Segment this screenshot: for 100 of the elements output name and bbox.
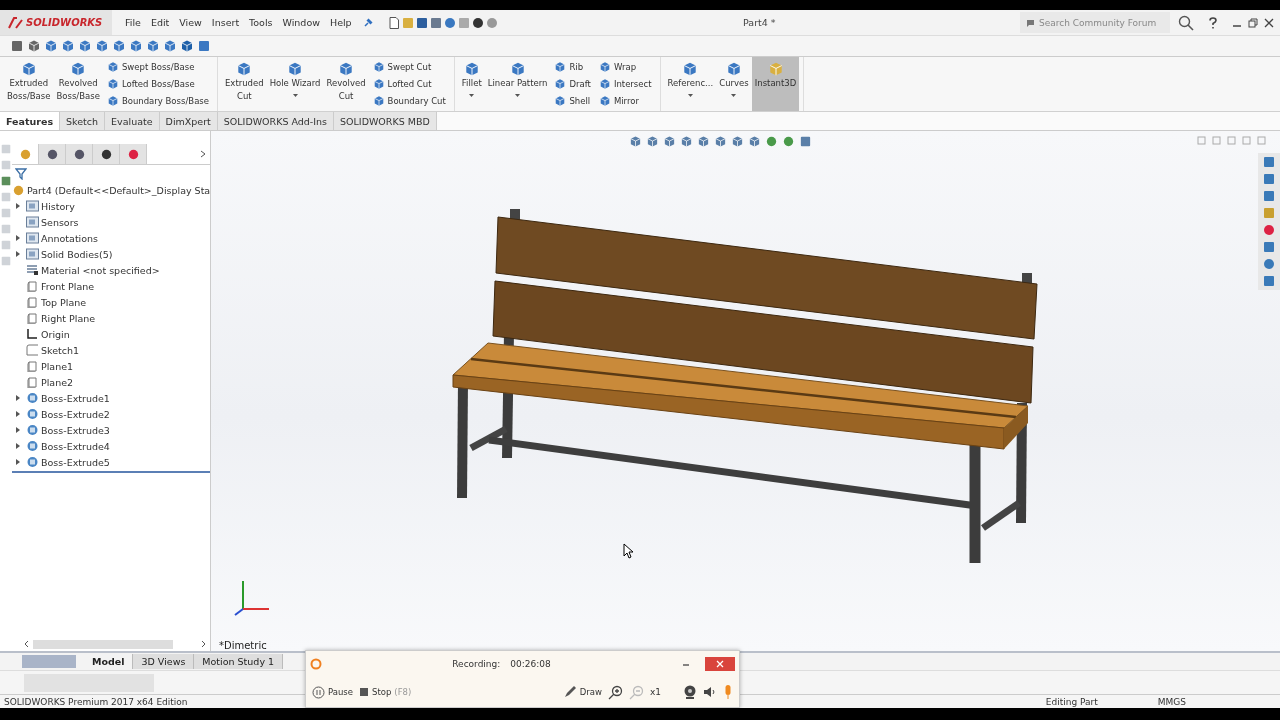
command-button[interactable]: Boundary Boss/Base	[104, 95, 211, 108]
filter-icon[interactable]	[15, 167, 27, 180]
pin-icon[interactable]	[362, 17, 373, 28]
side-tool-icon[interactable]	[0, 175, 12, 187]
command-button[interactable]: Boundary Cut	[370, 95, 448, 108]
draw-button[interactable]: Draw	[562, 685, 602, 699]
command-button[interactable]: Revolved Boss/Base	[53, 57, 103, 111]
menu-item[interactable]: Insert	[206, 17, 245, 28]
expand-arrow-icon[interactable]	[16, 250, 20, 257]
expand-arrow-icon[interactable]	[16, 202, 20, 209]
close-button[interactable]	[705, 657, 735, 671]
zoom-level: x1	[649, 687, 661, 697]
command-button[interactable]: Swept Boss/Base	[104, 60, 211, 73]
tree-item[interactable]: Front Plane	[41, 280, 95, 292]
search-icon[interactable]	[1178, 14, 1194, 31]
command-button[interactable]: Lofted Boss/Base	[104, 78, 211, 90]
expand-arrow-icon[interactable]	[16, 234, 20, 241]
tree-item[interactable]: Boss-Extrude1	[41, 392, 110, 404]
document-title: Part4 *	[742, 17, 777, 28]
command-button[interactable]: Curves	[716, 57, 752, 111]
command-button[interactable]: Referenc...	[664, 57, 717, 111]
tab[interactable]: SOLIDWORKS MBD	[334, 112, 437, 130]
command-icon	[682, 61, 699, 77]
tree-item[interactable]: Part4 (Default<<Default>_Display Sta	[27, 184, 211, 196]
tree-item[interactable]: Material <not specified>	[41, 264, 160, 276]
command-button[interactable]: Fillet	[458, 57, 485, 111]
command-button[interactable]: Draft	[552, 78, 593, 90]
tab[interactable]: Sketch	[60, 112, 106, 130]
panel-tab-icon[interactable]	[72, 147, 86, 161]
extrude-icon	[26, 408, 39, 420]
webcam-icon[interactable]	[683, 684, 697, 700]
tree-item[interactable]: Plane1	[41, 360, 74, 372]
units-selector[interactable]: MMGS	[1157, 696, 1186, 707]
menu-item[interactable]: Edit	[145, 17, 175, 28]
tree-item[interactable]: Annotations	[41, 232, 99, 244]
expand-arrow-icon[interactable]	[16, 426, 20, 433]
command-button[interactable]: Mirror	[596, 95, 654, 108]
command-button[interactable]: Rib	[552, 60, 593, 73]
tree-item[interactable]: Boss-Extrude2	[41, 408, 110, 420]
menu-item[interactable]: View	[174, 17, 207, 28]
command-button[interactable]: Hole Wizard	[266, 57, 324, 111]
new-document-icon[interactable]	[386, 15, 401, 30]
menu-item[interactable]: Tools	[244, 17, 278, 28]
logo-icon	[8, 16, 24, 29]
tree-item[interactable]: Origin	[41, 328, 70, 340]
microphone-icon[interactable]	[723, 684, 733, 700]
command-icon	[338, 61, 355, 77]
tab[interactable]: SOLIDWORKS Add-Ins	[217, 112, 335, 130]
command-icon	[554, 95, 567, 108]
tab[interactable]: Evaluate	[105, 112, 160, 130]
tree-item[interactable]: Plane2	[41, 376, 74, 388]
command-icon	[287, 61, 304, 77]
pause-button[interactable]: Pause	[312, 685, 353, 699]
command-button[interactable]: Swept Cut	[370, 60, 448, 73]
panel-tab-icon[interactable]	[99, 147, 113, 161]
command-icon	[767, 61, 784, 77]
command-button[interactable]: Linear Pattern	[484, 57, 551, 111]
extrude-icon	[26, 456, 39, 468]
tree-item[interactable]: Top Plane	[41, 296, 87, 308]
search-field[interactable]: Search Community Forum	[1020, 12, 1170, 33]
command-button[interactable]: Wrap	[596, 60, 654, 73]
tab[interactable]: Features	[0, 112, 61, 130]
tab[interactable]: Motion Study 1	[194, 654, 284, 669]
command-button[interactable]: Lofted Cut	[370, 78, 448, 90]
menu-item[interactable]: Window	[277, 17, 325, 28]
expand-arrow-icon[interactable]	[16, 442, 20, 449]
zoom-in-icon[interactable]	[607, 684, 623, 700]
command-button[interactable]: Instant3D	[751, 57, 800, 111]
command-icon	[106, 95, 119, 108]
extrude-icon	[26, 392, 39, 404]
scroll-right-icon[interactable]	[201, 640, 206, 648]
command-button[interactable]: Extruded Boss/Base	[4, 57, 54, 111]
menu-item[interactable]: File	[120, 17, 146, 28]
tree-item[interactable]: Boss-Extrude5	[41, 456, 110, 468]
panel-tab-icon[interactable]	[45, 147, 59, 161]
command-button[interactable]: Shell	[552, 95, 593, 108]
stop-button[interactable]: Stop (F8)	[359, 687, 412, 697]
expand-arrow-icon[interactable]	[16, 410, 20, 417]
expand-arrow-icon[interactable]	[16, 458, 20, 465]
command-button[interactable]: Extruded Cut	[222, 57, 267, 111]
command-icon	[509, 61, 526, 77]
scrollbar-thumb[interactable]	[33, 639, 173, 649]
tab[interactable]: 3D Views	[133, 654, 195, 669]
command-button[interactable]: Intersect	[596, 78, 654, 90]
menu-item[interactable]: Help	[325, 17, 357, 28]
tree-item[interactable]: Boss-Extrude4	[41, 440, 110, 452]
tree-item[interactable]: Right Plane	[41, 312, 96, 324]
tree-item[interactable]: Sketch1	[41, 344, 80, 356]
command-button[interactable]: Revolved Cut	[323, 57, 369, 111]
tree-item[interactable]: History	[41, 200, 75, 212]
help-icon[interactable]	[1208, 16, 1218, 29]
plane-icon	[26, 312, 39, 324]
speaker-icon[interactable]	[703, 685, 717, 699]
tree-item[interactable]: Boss-Extrude3	[41, 424, 110, 436]
tab[interactable]: DimXpert	[159, 112, 218, 130]
chevron-icon[interactable]	[200, 150, 207, 158]
expand-arrow-icon[interactable]	[16, 394, 20, 401]
scroll-left-icon[interactable]	[24, 640, 29, 648]
tree-item[interactable]: Solid Bodies(5)	[41, 248, 113, 260]
tree-item[interactable]: Sensors	[41, 216, 79, 228]
